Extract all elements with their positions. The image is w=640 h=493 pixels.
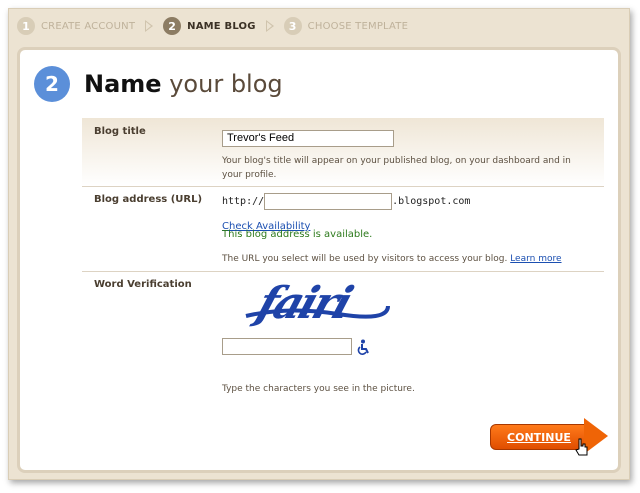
step-choose-template: 3 CHOOSE TEMPLATE [283,17,409,35]
availability-status: This blog address is available. [222,229,373,240]
blog-address-label: Blog address (URL) [94,194,203,205]
step-badge: 2 [34,66,70,102]
step-create-account: 1 CREATE ACCOUNT [17,17,135,35]
blog-address-help-text: The URL you select will be used by visit… [222,254,508,264]
blog-address-row: Blog address (URL) http:// .blogspot.com… [82,186,604,272]
step-arrow-icon [145,20,154,32]
captcha-text: fairi [248,277,359,328]
page-title-rest: your blog [169,70,283,98]
hand-cursor-icon [575,438,588,456]
step-name-blog: 2 NAME BLOG [163,17,256,35]
page-title: Name your blog [84,70,283,98]
word-verification-help: Type the characters you see in the pictu… [222,384,415,394]
captcha-input[interactable] [222,338,352,355]
step-number: 2 [163,17,182,35]
word-verification-row: Word Verification fairi Type the charact… [82,271,604,402]
step-label: CREATE ACCOUNT [41,20,136,32]
page-title-bold: Name [84,70,162,98]
word-verification-label: Word Verification [94,279,192,290]
step-label: CHOOSE TEMPLATE [307,20,409,32]
step-number: 3 [283,17,302,35]
step-arrow-icon [265,20,274,32]
url-prefix: http:// [222,196,265,207]
blog-title-input[interactable] [222,129,394,147]
blog-title-help: Your blog's title will appear on your pu… [222,156,571,180]
continue-button-wrap[interactable]: CONTINUE [490,418,610,458]
captcha-image: fairi [228,276,398,329]
blog-title-label: Blog title [94,126,146,137]
step-number: 1 [17,17,35,35]
learn-more-link[interactable]: Learn more [510,254,561,264]
url-suffix: .blogspot.com [392,196,471,207]
blog-address-help: The URL you select will be used by visit… [222,252,592,266]
form-panel: 2 Name your blog Blog title Your blog's … [17,47,621,473]
accessibility-icon[interactable] [355,339,371,355]
progress-steps: 1 CREATE ACCOUNT 2 NAME BLOG 3 CHOOSE TE… [9,9,629,43]
blog-address-input[interactable] [264,193,393,210]
step-label: NAME BLOG [187,20,256,32]
blog-title-row: Blog title Your blog's title will appear… [82,118,604,186]
signup-window: 1 CREATE ACCOUNT 2 NAME BLOG 3 CHOOSE TE… [8,8,630,480]
